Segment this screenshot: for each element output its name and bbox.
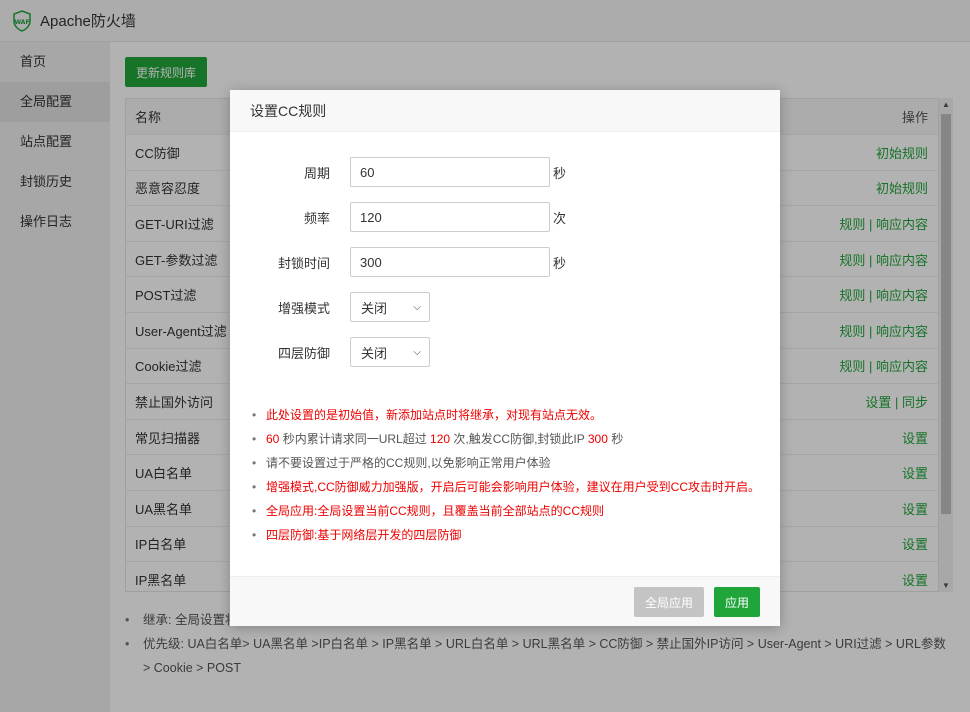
block-time-label: 封锁时间 <box>277 255 330 271</box>
frequency-label: 频率 <box>303 210 330 226</box>
enhanced-mode-label: 增强模式 <box>277 300 330 316</box>
period-unit: 秒 <box>553 165 567 181</box>
chevron-down-icon: ⌵ <box>413 301 421 313</box>
form-row-frequency: 频率 次 <box>230 202 780 232</box>
cc-rule-modal: 设置CC规则 周期 秒 频率 次 封锁时间 秒 增强模式 关闭 ⌵ 四层防御 关… <box>230 90 780 626</box>
period-input[interactable] <box>350 157 550 187</box>
tip-period-value: 60 <box>266 432 280 446</box>
layer4-select[interactable]: 关闭 ⌵ <box>350 337 430 367</box>
frequency-unit: 次 <box>553 210 567 226</box>
tip-layer4: 四层防御:基于网络层开发的四层防御 <box>250 523 770 547</box>
chevron-down-icon: ⌵ <box>413 346 421 358</box>
enhanced-mode-value: 关闭 <box>361 300 388 316</box>
frequency-input[interactable] <box>350 202 550 232</box>
modal-title: 设置CC规则 <box>230 90 780 132</box>
tip-cc-summary: 60 秒内累计请求同一URL超过 120 次,触发CC防御,封锁此IP 300 … <box>250 427 770 451</box>
tip-text: 秒 <box>607 432 624 446</box>
tip-initial-value: 此处设置的是初始值，新添加站点时将继承，对现有站点无效。 <box>250 403 770 427</box>
apply-button[interactable]: 应用 <box>714 587 760 617</box>
block-time-unit: 秒 <box>553 255 567 271</box>
tip-text: 次,触发CC防御,封锁此IP <box>450 432 588 446</box>
tip-global-apply: 全局应用:全局设置当前CC规则，且覆盖当前全部站点的CC规则 <box>250 499 770 523</box>
tip-enhanced-mode: 增强模式,CC防御威力加强版，开启后可能会影响用户体验，建议在用户受到CC攻击时… <box>250 475 770 499</box>
tip-not-strict: 请不要设置过于严格的CC规则,以免影响正常用户体验 <box>250 451 770 475</box>
block-time-input[interactable] <box>350 247 550 277</box>
tip-frequency-value: 120 <box>430 432 451 446</box>
modal-footer: 全局应用 应用 <box>230 576 780 626</box>
enhanced-mode-select[interactable]: 关闭 ⌵ <box>350 292 430 322</box>
global-apply-button[interactable]: 全局应用 <box>634 587 704 617</box>
layer4-value: 关闭 <box>361 345 388 361</box>
tips-list: 此处设置的是初始值，新添加站点时将继承，对现有站点无效。 60 秒内累计请求同一… <box>250 403 770 547</box>
tip-text: 秒内累计请求同一URL超过 <box>279 432 431 446</box>
tip-block-value: 300 <box>587 432 608 446</box>
form-row-layer4: 四层防御 关闭 ⌵ <box>230 337 780 367</box>
layer4-label: 四层防御 <box>277 345 330 361</box>
period-label: 周期 <box>303 165 330 181</box>
form-row-block-time: 封锁时间 秒 <box>230 247 780 277</box>
form-row-enhanced-mode: 增强模式 关闭 ⌵ <box>230 292 780 322</box>
form-row-period: 周期 秒 <box>230 157 780 187</box>
